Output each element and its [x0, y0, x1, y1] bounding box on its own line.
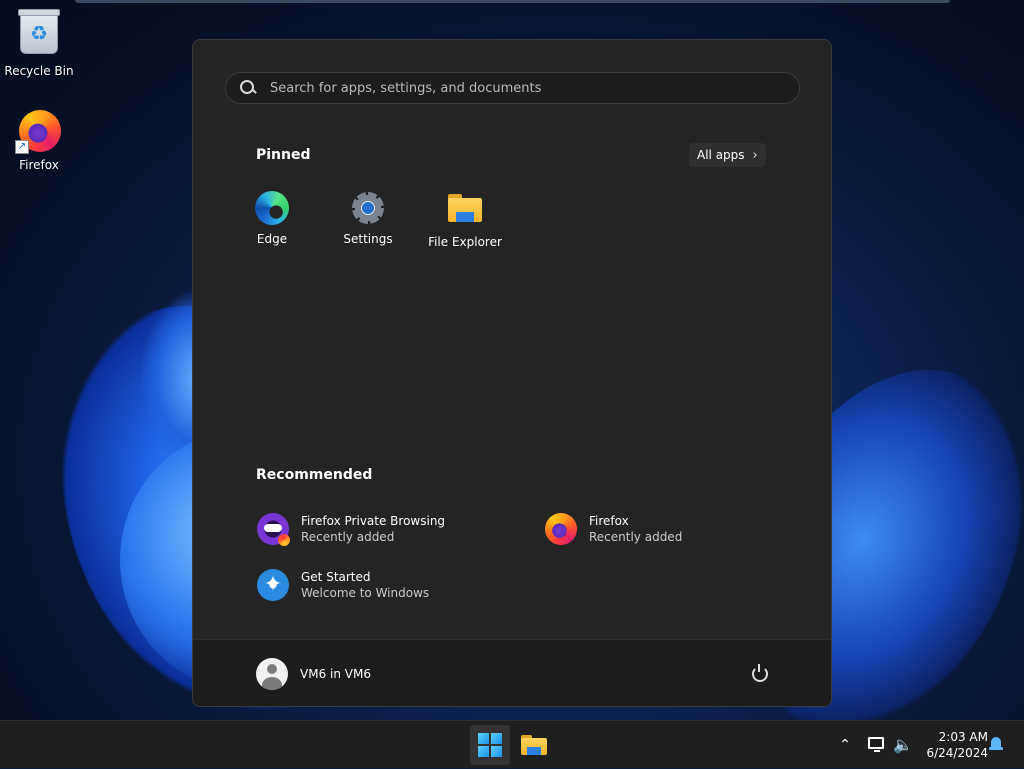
chevron-right-icon: ›: [752, 147, 758, 163]
pinned-app-file-explorer[interactable]: File Explorer: [417, 191, 513, 249]
all-apps-label: All apps: [697, 148, 745, 162]
pinned-app-settings[interactable]: Settings: [320, 191, 416, 246]
bell-icon[interactable]: [989, 737, 1003, 753]
show-hidden-icons-button[interactable]: ⌃: [836, 721, 854, 769]
desktop-icon-firefox[interactable]: ↗ Firefox: [1, 106, 77, 172]
desktop-icon-recycle-bin[interactable]: Recycle Bin: [1, 8, 77, 78]
power-icon-bar: [758, 664, 760, 672]
get-started-icon: [257, 569, 289, 601]
firefox-private-icon: [257, 513, 290, 546]
recommended-item-name: Firefox Private Browsing: [301, 514, 446, 528]
settings-icon: [351, 191, 385, 225]
pinned-app-label: Settings: [343, 232, 393, 246]
search-box[interactable]: [225, 72, 800, 104]
volume-icon[interactable]: 🔈: [893, 735, 913, 754]
recommended-item-firefox[interactable]: Firefox Recently added: [545, 513, 682, 545]
power-icon: [752, 666, 768, 682]
taskbar: ⌃ 🔈 2:03 AM 6/24/2024: [0, 720, 1024, 768]
window-edge: [75, 0, 950, 3]
recommended-item-sub: Welcome to Windows: [301, 586, 430, 600]
pinned-app-label: File Explorer: [428, 235, 502, 249]
user-account-button[interactable]: VM6 in VM6: [256, 658, 371, 690]
all-apps-button[interactable]: All apps ›: [689, 143, 766, 167]
file-explorer-icon: [521, 735, 547, 755]
pinned-title: Pinned: [256, 147, 311, 163]
file-explorer-icon: [448, 194, 482, 222]
start-button[interactable]: [470, 725, 510, 765]
recommended-item-firefox-private[interactable]: Firefox Private Browsing Recently added: [257, 513, 446, 546]
network-icon[interactable]: [868, 737, 884, 752]
chevron-up-icon: ⌃: [839, 737, 851, 753]
firefox-icon: [545, 513, 577, 545]
recommended-item-name: Firefox: [589, 514, 629, 528]
recommended-title: Recommended: [256, 467, 373, 483]
firefox-icon: ↗: [15, 106, 63, 154]
recommended-item-sub: Recently added: [301, 530, 395, 544]
power-button[interactable]: [751, 664, 769, 682]
recycle-bin-icon: [15, 9, 63, 60]
clock-time: 2:03 AM: [938, 730, 988, 744]
start-menu-footer: VM6 in VM6: [193, 639, 831, 706]
search-icon: [240, 80, 256, 96]
windows-logo-icon: [478, 733, 502, 757]
pinned-app-edge[interactable]: Edge: [224, 191, 320, 246]
pinned-app-label: Edge: [256, 232, 288, 246]
shortcut-arrow-icon: ↗: [15, 140, 29, 154]
recommended-item-get-started[interactable]: Get Started Welcome to Windows: [257, 569, 429, 601]
desktop-icon-label: Firefox: [19, 158, 59, 172]
recommended-item-sub: Recently added: [589, 530, 683, 544]
recommended-item-name: Get Started: [301, 570, 371, 584]
user-name: VM6 in VM6: [300, 667, 371, 681]
taskbar-file-explorer-button[interactable]: [514, 725, 554, 765]
start-menu: Pinned All apps › Edge Settings File Exp…: [192, 39, 832, 707]
desktop-icon-label: Recycle Bin: [4, 64, 74, 78]
avatar: [256, 658, 288, 690]
search-input[interactable]: [268, 79, 792, 97]
edge-icon: [255, 191, 289, 225]
clock[interactable]: 2:03 AM 6/24/2024: [918, 729, 988, 761]
clock-date: 6/24/2024: [926, 746, 988, 760]
